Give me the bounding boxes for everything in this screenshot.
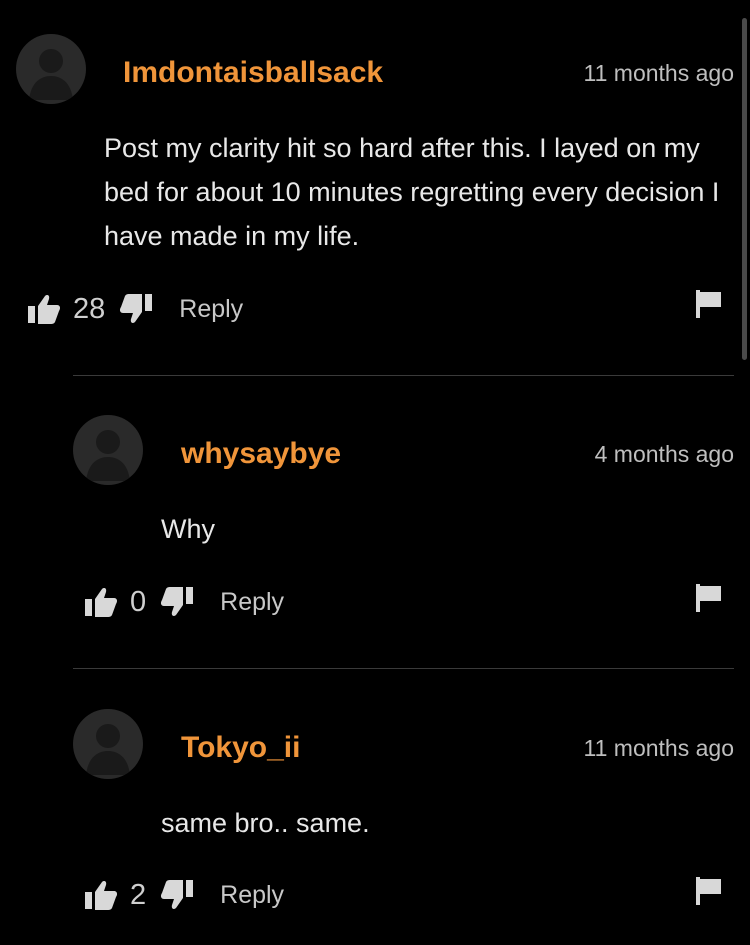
comment-timestamp: 11 months ago [583, 735, 734, 761]
scrollbar[interactable] [742, 18, 747, 360]
avatar[interactable] [16, 34, 86, 104]
default-avatar-icon [29, 49, 73, 100]
thumbs-up-icon[interactable] [84, 586, 118, 618]
thumbs-down-icon[interactable] [160, 586, 194, 618]
comment-text: same bro.. same. [161, 808, 370, 838]
thumbs-up-icon[interactable] [84, 879, 118, 911]
comment-username[interactable]: whysaybye [181, 437, 341, 471]
like-count: 2 [130, 878, 147, 911]
comment-text: Post my clarity hit so hard after this. … [104, 133, 720, 251]
comment-username[interactable]: Tokyo_ii [181, 731, 300, 765]
thumbs-down-icon[interactable] [160, 879, 194, 911]
flag-icon[interactable] [696, 584, 722, 617]
comment-timestamp: 11 months ago [583, 60, 734, 86]
flag-icon[interactable] [696, 877, 722, 910]
like-count: 0 [130, 585, 147, 618]
divider [73, 375, 734, 376]
comment-text: Why [161, 514, 215, 544]
reply-button[interactable]: Reply [220, 881, 284, 910]
thumbs-down-icon[interactable] [119, 293, 153, 325]
avatar[interactable] [73, 709, 143, 779]
divider [73, 668, 734, 669]
comment-actions: 28 Reply [27, 289, 243, 329]
avatar[interactable] [73, 415, 143, 485]
comment-actions: 0 Reply [84, 582, 284, 622]
reply-button[interactable]: Reply [220, 588, 284, 617]
comment-username[interactable]: Imdontaisballsack [123, 56, 383, 90]
comment-timestamp: 4 months ago [594, 441, 734, 467]
like-count: 28 [73, 292, 106, 325]
thumbs-up-icon[interactable] [27, 293, 61, 325]
default-avatar-icon [86, 430, 130, 481]
comment-actions: 2 Reply [84, 875, 284, 915]
default-avatar-icon [86, 724, 130, 775]
flag-icon[interactable] [696, 290, 722, 323]
reply-button[interactable]: Reply [179, 295, 243, 324]
